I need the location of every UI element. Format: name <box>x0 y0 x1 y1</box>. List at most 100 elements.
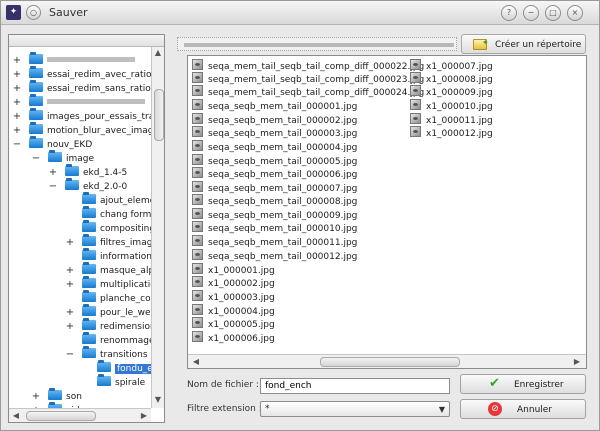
tree-item[interactable]: essai_redim_sans_ratio <box>29 80 151 96</box>
image-file-icon <box>410 72 421 83</box>
path-bar[interactable] <box>177 37 457 51</box>
scroll-right-icon[interactable]: ▶ <box>139 411 149 421</box>
expand-icon[interactable]: + <box>12 70 22 80</box>
file-item[interactable]: seqa_seqb_mem_tail_000011.jpg <box>192 235 357 248</box>
folder-icon <box>29 122 43 134</box>
file-item[interactable]: x1_000007.jpg <box>410 59 493 72</box>
file-item[interactable]: x1_000009.jpg <box>410 85 493 98</box>
folder-icon <box>97 374 111 386</box>
file-item[interactable]: seqa_seqb_mem_tail_000006.jpg <box>192 167 357 180</box>
file-item[interactable]: seqa_seqb_mem_tail_000008.jpg <box>192 194 357 207</box>
cancel-label: Annuler <box>517 405 553 415</box>
file-item[interactable]: x1_000012.jpg <box>410 126 493 139</box>
file-item[interactable]: seqa_seqb_mem_tail_000012.jpg <box>192 249 357 262</box>
filename-input[interactable] <box>260 378 450 394</box>
tree-item[interactable]: transitions <box>82 346 148 362</box>
tree-item[interactable] <box>29 52 135 68</box>
file-name: x1_000004.jpg <box>208 307 275 317</box>
file-item[interactable]: seqa_seqb_mem_tail_000004.jpg <box>192 140 357 153</box>
tree-item[interactable]: pour_le_web <box>82 304 156 320</box>
tree-item[interactable]: informations <box>82 248 157 264</box>
file-name: x1_000005.jpg <box>208 320 275 330</box>
tree-item[interactable]: motion_blur_avec_image_ma <box>29 122 164 138</box>
tree-item[interactable]: ekd_2.0-0 <box>65 178 127 194</box>
file-item[interactable]: seqa_mem_tail_seqb_tail_comp_diff_000022… <box>192 59 424 72</box>
file-list[interactable]: seqa_mem_tail_seqb_tail_comp_diff_000022… <box>187 55 587 369</box>
file-item[interactable]: x1_000010.jpg <box>410 99 493 112</box>
file-item[interactable]: seqa_seqb_mem_tail_000010.jpg <box>192 221 357 234</box>
scroll-down-icon[interactable]: ▼ <box>153 395 163 405</box>
cancel-button[interactable]: ⊘ Annuler <box>460 399 586 419</box>
collapse-icon[interactable]: − <box>12 140 22 150</box>
create-folder-label: Créer un répertoire <box>495 40 582 50</box>
expand-icon[interactable]: + <box>65 266 75 276</box>
scroll-up-icon[interactable]: ▲ <box>153 48 163 58</box>
file-list-scroll-thumb[interactable] <box>320 357 460 367</box>
minimize-button[interactable]: − <box>523 5 539 21</box>
create-folder-button[interactable]: Créer un répertoire <box>461 34 586 54</box>
file-item[interactable]: x1_000005.jpg <box>192 317 275 330</box>
file-item[interactable]: seqa_mem_tail_seqb_tail_comp_diff_000024… <box>192 85 424 98</box>
tree-item[interactable]: ekd_1.4-5 <box>65 164 127 180</box>
tree-horizontal-scrollbar[interactable]: ◀ ▶ <box>9 408 151 422</box>
file-item[interactable]: x1_000003.jpg <box>192 290 275 303</box>
collapse-icon[interactable]: − <box>48 182 58 192</box>
help-button[interactable]: ? <box>501 5 517 21</box>
tree-item[interactable]: filtres_image <box>82 234 158 250</box>
file-item[interactable]: x1_000002.jpg <box>192 276 275 289</box>
tree-vertical-scrollbar[interactable]: ▲ ▼ <box>151 47 164 408</box>
directory-tree[interactable]: + + essai_redim_avec_ratio + essai_redim… <box>8 34 165 423</box>
expand-icon[interactable]: + <box>48 168 58 178</box>
folder-icon <box>82 290 96 302</box>
expand-icon[interactable]: + <box>12 56 22 66</box>
image-file-icon <box>410 126 421 137</box>
expand-icon[interactable]: + <box>65 308 75 318</box>
expand-icon[interactable]: + <box>12 98 22 108</box>
collapse-icon[interactable]: − <box>31 154 41 164</box>
folder-icon <box>29 108 43 120</box>
file-item[interactable]: x1_000004.jpg <box>192 304 275 317</box>
file-name: x1_000001.jpg <box>208 266 275 276</box>
expand-icon[interactable]: + <box>65 322 75 332</box>
file-item[interactable]: seqa_mem_tail_seqb_tail_comp_diff_000023… <box>192 72 424 85</box>
tree-item-label: nouv_EKD <box>47 140 93 150</box>
file-item[interactable]: seqa_seqb_mem_tail_000002.jpg <box>192 113 357 126</box>
expand-icon[interactable]: + <box>65 238 75 248</box>
filter-extension-select[interactable]: * ▼ <box>260 401 450 417</box>
file-item[interactable]: x1_000001.jpg <box>192 263 275 276</box>
file-item[interactable]: seqa_seqb_mem_tail_000003.jpg <box>192 126 357 139</box>
tree-item[interactable]: images_pour_essais_transitio <box>29 108 164 124</box>
collapse-icon[interactable]: − <box>65 350 75 360</box>
expand-icon[interactable]: + <box>12 126 22 136</box>
folder-icon <box>48 150 62 162</box>
file-list-horizontal-scrollbar[interactable]: ◀ ▶ <box>188 354 586 368</box>
expand-icon[interactable]: + <box>31 392 41 402</box>
tree-item[interactable]: compositing <box>82 220 155 236</box>
tree-item[interactable]: essai_redim_avec_ratio <box>29 66 152 82</box>
tree-horizontal-scroll-thumb[interactable] <box>26 411 96 421</box>
file-item[interactable]: seqa_seqb_mem_tail_000001.jpg <box>192 99 357 112</box>
close-button[interactable]: × <box>567 5 583 21</box>
scroll-left-icon[interactable]: ◀ <box>191 357 201 367</box>
tree-item[interactable]: nouv_EKD <box>29 136 93 152</box>
folder-icon <box>82 318 96 330</box>
maximize-button[interactable]: □ <box>545 5 561 21</box>
file-item[interactable]: seqa_seqb_mem_tail_000009.jpg <box>192 208 357 221</box>
tree-item[interactable] <box>29 94 145 110</box>
save-button[interactable]: ✔ Enregistrer <box>460 374 586 394</box>
scroll-left-icon[interactable]: ◀ <box>11 411 21 421</box>
window-menu-icon[interactable]: ○ <box>26 5 41 20</box>
file-item[interactable]: x1_000008.jpg <box>410 72 493 85</box>
file-item[interactable]: seqa_seqb_mem_tail_000007.jpg <box>192 181 357 194</box>
expand-icon[interactable]: + <box>12 84 22 94</box>
file-item[interactable]: x1_000006.jpg <box>192 331 275 344</box>
expand-icon[interactable]: + <box>12 112 22 122</box>
scroll-right-icon[interactable]: ▶ <box>572 357 582 367</box>
file-item[interactable]: x1_000011.jpg <box>410 113 493 126</box>
tree-vertical-scroll-thumb[interactable] <box>154 89 164 141</box>
expand-icon[interactable]: + <box>65 280 75 290</box>
image-file-icon <box>192 113 203 124</box>
tree-item[interactable]: spirale <box>97 374 145 390</box>
file-item[interactable]: seqa_seqb_mem_tail_000005.jpg <box>192 154 357 167</box>
tree-item-label: informations <box>100 252 157 262</box>
